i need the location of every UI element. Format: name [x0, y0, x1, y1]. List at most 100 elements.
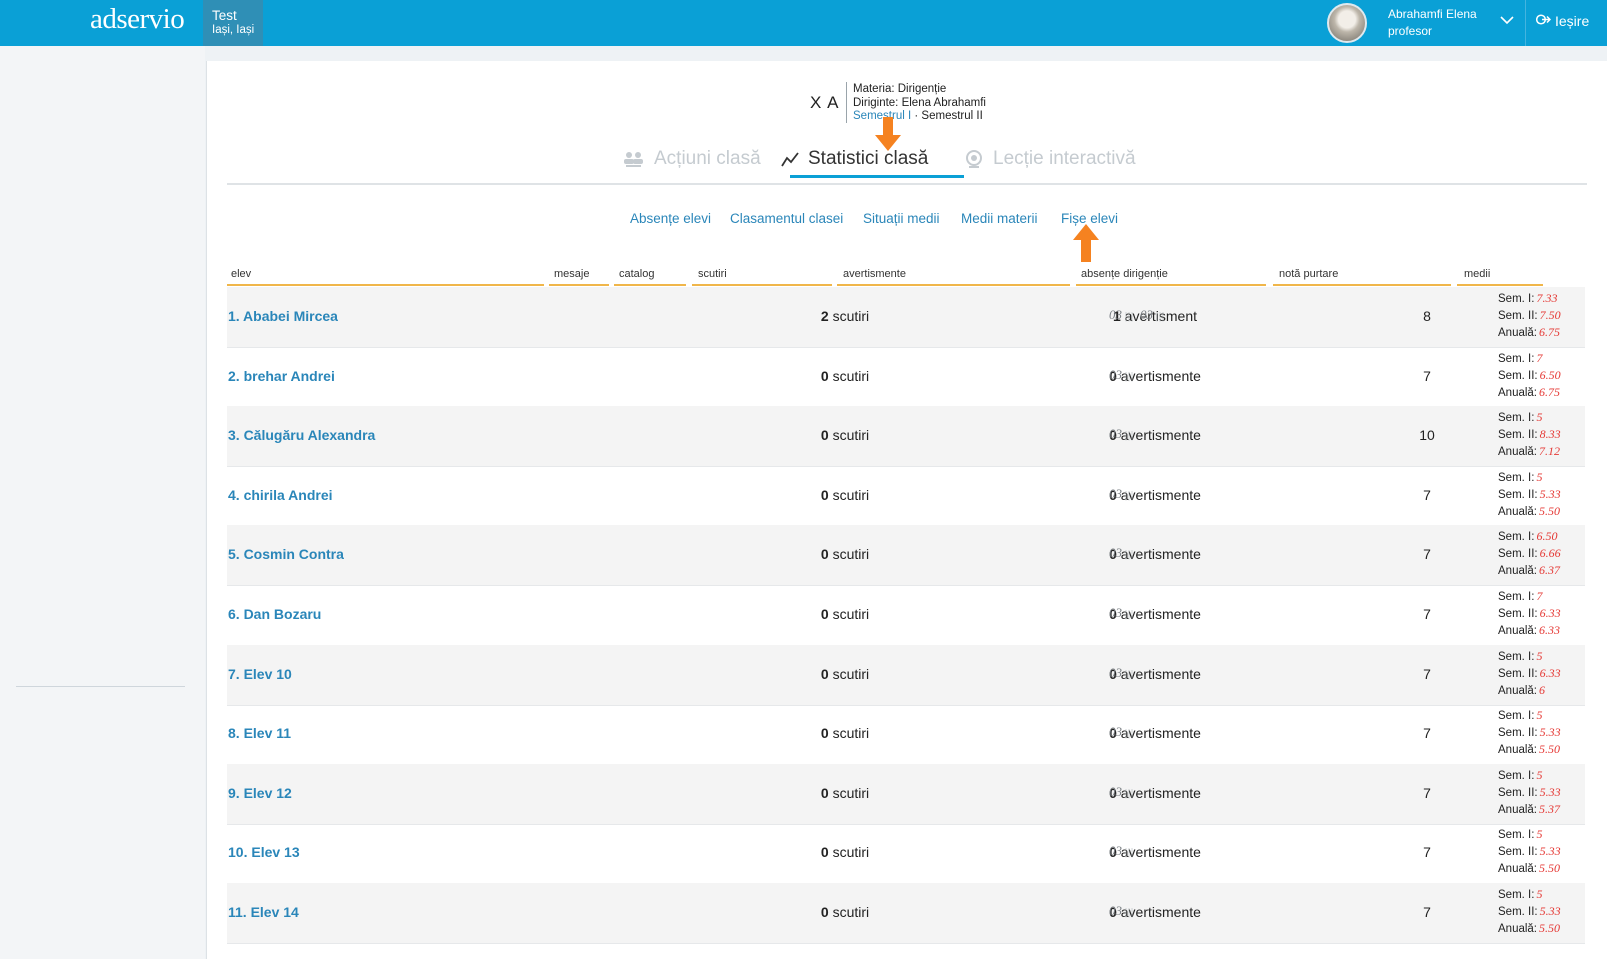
col-header-elev[interactable]: elev — [231, 268, 251, 280]
scutiri-cell: 0 scutiri — [755, 844, 935, 860]
user-menu[interactable]: Abrahamfi Elena profesor — [1388, 6, 1477, 40]
tab-lectie-interactiva[interactable]: Lecție interactivă — [964, 148, 1136, 170]
col-underline — [614, 284, 686, 286]
absence-ticks: ||| — [1125, 907, 1135, 918]
absente-cell: 03 ||| — [1109, 903, 1140, 919]
absence-code: 03 — [1109, 664, 1122, 680]
student-name-link[interactable]: 5. Cosmin Contra — [228, 546, 344, 562]
student-name-link[interactable]: 6. Dan Bozaru — [228, 606, 321, 622]
annual-label: Anuală: — [1498, 505, 1538, 518]
scutiri-cell: 0 scutiri — [755, 666, 935, 682]
col-header-absente-dirigentie[interactable]: absențe dirigenție — [1081, 268, 1168, 280]
sem2-value: 5.33 — [1539, 486, 1561, 501]
scutiri-cell: 0 scutiri — [755, 427, 935, 443]
scutiri-cell: 0 scutiri — [755, 546, 935, 562]
annual-value: 5.50 — [1539, 861, 1561, 876]
subnav-medii-materii[interactable]: Medii materii — [961, 211, 1038, 226]
semester-selector: Semestrul I · Semestrul II — [853, 110, 986, 124]
sem1-value: 5 — [1536, 708, 1543, 723]
sem2-label: Sem. II: — [1498, 488, 1538, 501]
student-name-link[interactable]: 2. brehar Andrei — [228, 368, 335, 384]
annual-value: 7.12 — [1539, 444, 1561, 459]
avatar[interactable] — [1327, 3, 1367, 43]
absente-cell: 03 ||| — [1109, 426, 1140, 442]
scutiri-cell: 0 scutiri — [755, 606, 935, 622]
scutiri-count: 0 — [820, 606, 829, 622]
scutiri-cell: 0 scutiri — [755, 725, 935, 741]
absence-code: 03 — [1109, 426, 1122, 442]
avertismente-cell: 0 avertismente — [1005, 785, 1305, 801]
sem1-label: Sem. I: — [1498, 769, 1535, 782]
annual-label: Anuală: — [1498, 327, 1538, 339]
sem1-value: 6.50 — [1536, 529, 1558, 544]
scutiri-word: scutiri — [832, 725, 870, 742]
scutiri-cell: 0 scutiri — [755, 487, 935, 503]
sem2-label: Sem. II: — [1498, 727, 1538, 740]
absence-ticks: ||| — [1125, 311, 1135, 322]
nota-purtare: 7 — [1423, 367, 1431, 384]
class-tabs: Acțiuni clasă Statistici clasă Lecție in… — [227, 140, 1587, 185]
divider — [846, 82, 847, 123]
semester-2-label[interactable]: Semestrul II — [921, 110, 982, 122]
col-header-scutiri[interactable]: scutiri — [698, 268, 727, 280]
nota-purtare: 8 — [1423, 308, 1431, 324]
scutiri-count: 0 — [820, 427, 829, 444]
sem2-value: 5.33 — [1539, 844, 1561, 859]
student-name-link[interactable]: 3. Călugăru Alexandra — [228, 427, 375, 443]
sem1-label: Sem. I: — [1498, 531, 1535, 544]
table-row: 9. Elev 12 0 scutiri 0 avertismente 03 ||| 7 S… — [227, 763, 1585, 825]
table-row: 2. brehar Andrei 0 scutiri 0 avertismente 0… — [227, 347, 1585, 408]
col-header-nota-purtare[interactable]: notă purtare — [1279, 268, 1338, 280]
top-bar: adservio Test Iași, Iași Abrahamfi Elena… — [0, 0, 1607, 46]
nota-purtare: 7 — [1423, 725, 1431, 742]
table-row: 3. Călugăru Alexandra 0 scutiri 0 avertism… — [227, 406, 1585, 468]
col-header-medii[interactable]: medii — [1464, 268, 1490, 280]
student-name-link[interactable]: 10. Elev 13 — [228, 844, 300, 860]
subnav-clasamentul-clasei[interactable]: Clasamentul clasei — [730, 211, 843, 226]
col-header-mesaje[interactable]: mesaje — [554, 268, 589, 280]
scutiri-word: scutiri — [832, 367, 870, 384]
col-underline — [1273, 284, 1451, 286]
annual-value: 6 — [1539, 682, 1546, 697]
tab-statistici-clasa[interactable]: Statistici clasă — [781, 148, 928, 170]
sem1-value: 7.33 — [1536, 291, 1558, 305]
absente-cell: 03 ||| — [1109, 665, 1140, 681]
student-name-link[interactable]: 8. Elev 11 — [228, 725, 291, 741]
sem1-label: Sem. I: — [1498, 829, 1535, 842]
scutiri-count: 0 — [820, 665, 829, 682]
class-subject: Materia: Dirigenție — [853, 83, 947, 95]
student-name-link[interactable]: 4. chirila Andrei — [228, 487, 333, 503]
sem2-value: 5.33 — [1539, 725, 1561, 740]
scutiri-count: 0 — [820, 725, 829, 742]
subnav-situatii-medii[interactable]: Situații medii — [863, 211, 940, 226]
student-name-link[interactable]: 9. Elev 12 — [228, 785, 292, 801]
absence-ticks: ||| — [1125, 847, 1135, 859]
student-name-link[interactable]: 7. Elev 10 — [228, 666, 292, 682]
student-name-link[interactable]: 1. Ababei Mircea — [228, 308, 338, 324]
student-name-link[interactable]: 11. Elev 14 — [228, 904, 299, 920]
avertismente-cell: 0 avertismente — [1005, 666, 1305, 682]
sem2-label: Sem. II: — [1498, 667, 1538, 680]
tab-actiuni-clasa[interactable]: Acțiuni clasă — [623, 148, 761, 170]
chevron-down-icon[interactable] — [1500, 13, 1514, 28]
medii-cell: Sem. I: 6.50 Sem. II: 6.66 Anuală: 6.37 — [1498, 528, 1561, 579]
sem1-value: 5 — [1536, 410, 1543, 425]
col-header-catalog[interactable]: catalog — [619, 268, 654, 280]
scutiri-count: 0 — [820, 904, 829, 920]
col-header-avertismente[interactable]: avertismente — [843, 268, 906, 280]
logout-button[interactable]: Ieșire — [1535, 13, 1589, 29]
absente-cell: 03 ||| — [1109, 367, 1140, 383]
sem1-label: Sem. I: — [1498, 710, 1535, 723]
school-switcher[interactable]: Test Iași, Iași — [203, 0, 263, 46]
absente-cell: 03 ||| — [1109, 545, 1140, 561]
class-name: X A — [810, 93, 840, 112]
nota-purtare: 7 — [1423, 784, 1431, 801]
divider — [1525, 0, 1526, 46]
school-city: Iași, Iași — [212, 24, 255, 36]
tab-label: Acțiuni clasă — [654, 148, 761, 169]
sem2-value: 6.66 — [1539, 546, 1561, 561]
subnav-absente-elevi[interactable]: Absențe elevi — [630, 211, 711, 226]
logo[interactable]: adservio — [90, 3, 185, 36]
tab-label: Statistici clasă — [808, 148, 929, 169]
absente-cell: 03 ||| — [1109, 784, 1140, 800]
